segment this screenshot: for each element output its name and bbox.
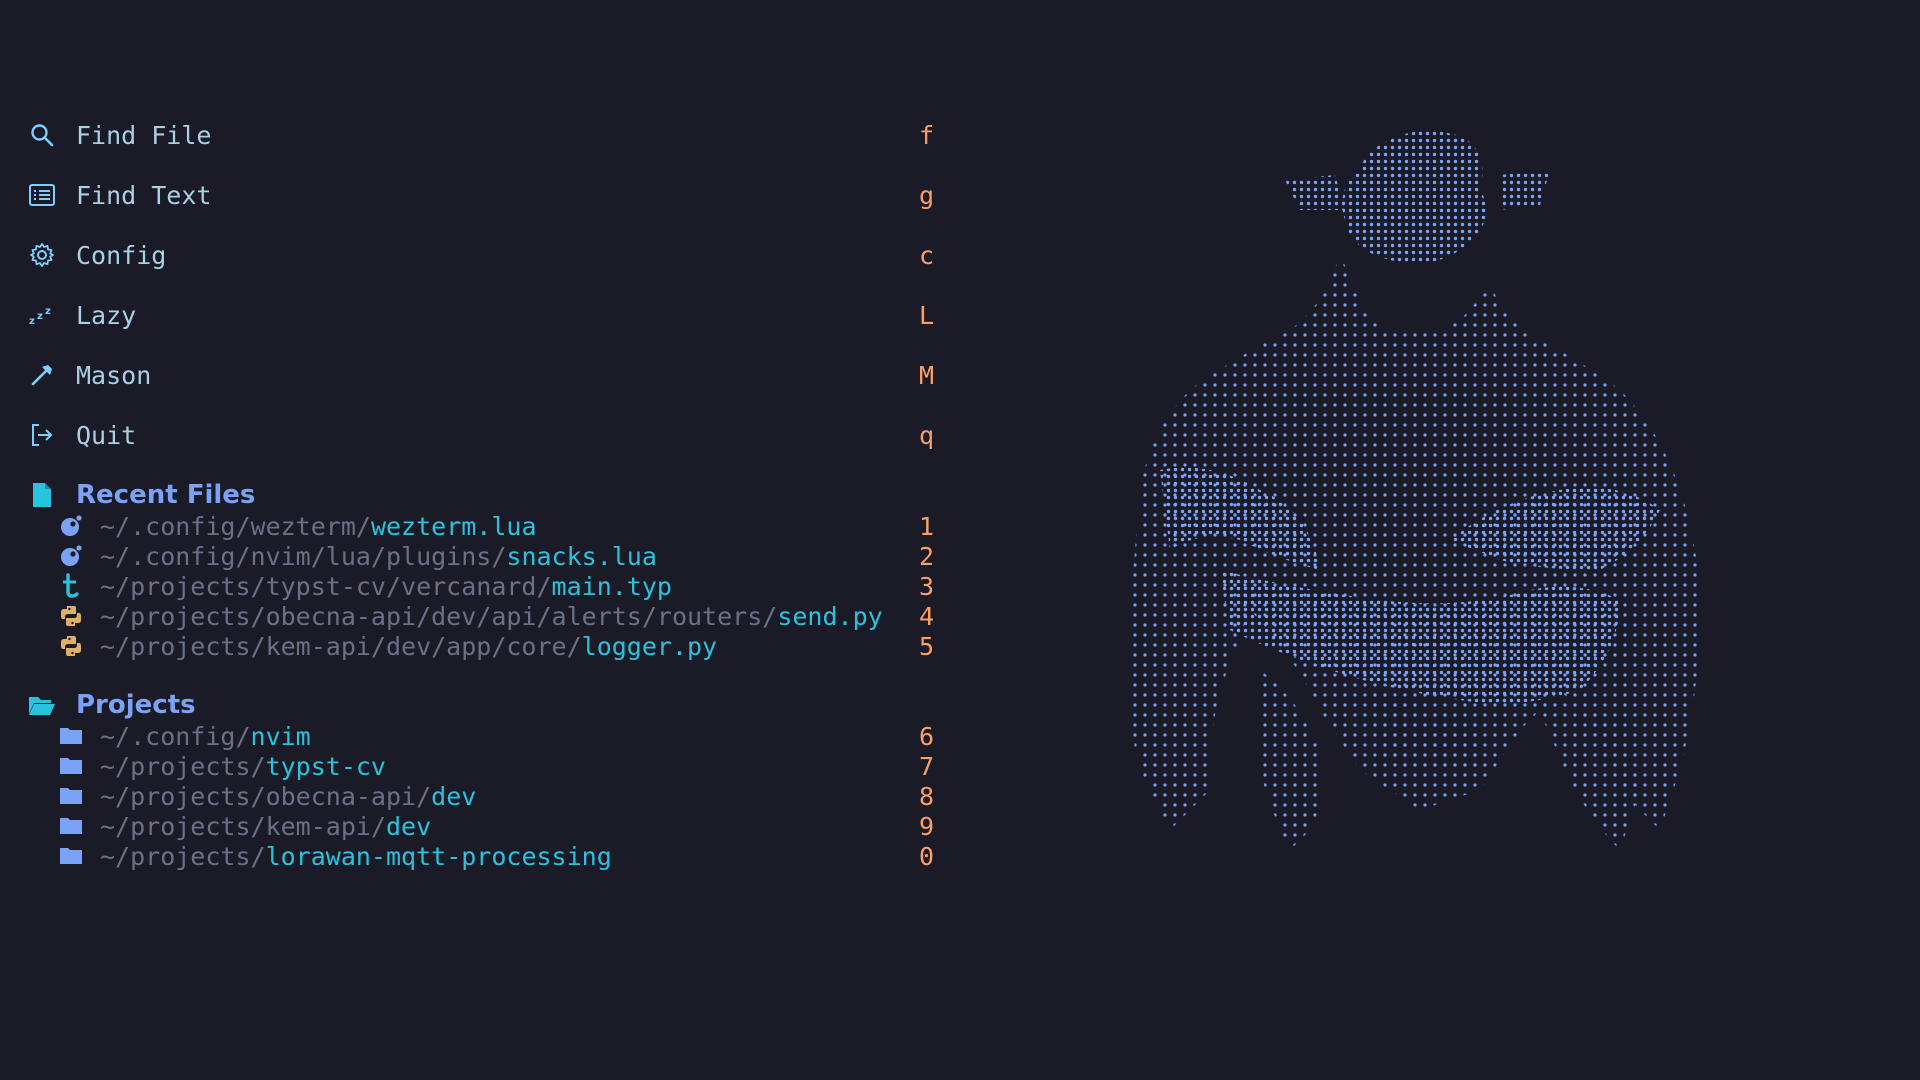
shortcut-key: L: [918, 300, 934, 330]
section-title: Projects: [76, 690, 196, 720]
python-icon: [58, 603, 84, 629]
project-item[interactable]: ~/projects/obecna-api/dev 8: [58, 781, 934, 811]
menu-find-text[interactable]: Find Text g: [28, 175, 934, 215]
menu-mason[interactable]: Mason M: [28, 355, 934, 395]
menu-label: Mason: [76, 360, 152, 390]
menu-find-file[interactable]: Find File f: [28, 115, 934, 155]
svg-text:z: z: [29, 316, 35, 326]
file-path: ~/.config/wezterm/: [100, 511, 371, 541]
folder-icon: [58, 753, 84, 779]
project-path: ~/projects/obecna-api/: [100, 781, 432, 811]
folder-icon: [58, 843, 84, 869]
projects-header: Projects: [28, 688, 196, 722]
shortcut-key: 4: [918, 601, 934, 631]
search-icon: [28, 121, 56, 149]
file-path: ~/.config/nvim/lua/plugins/: [100, 541, 507, 571]
file-path: ~/projects/typst-cv/vercanard/: [100, 571, 552, 601]
project-path: ~/projects/: [100, 841, 266, 871]
project-name: nvim: [250, 721, 311, 751]
recent-files-header: Recent Files: [28, 478, 255, 512]
recent-file-item[interactable]: ~/projects/kem-api/dev/app/core/logger.p…: [58, 631, 934, 661]
section-title: Recent Files: [76, 480, 256, 510]
project-item[interactable]: ~/projects/kem-api/dev 9: [58, 811, 934, 841]
file-name: wezterm.lua: [370, 511, 537, 541]
python-icon: [58, 633, 84, 659]
file-name: snacks.lua: [506, 541, 657, 571]
exit-icon: [28, 421, 56, 449]
recent-file-item[interactable]: ~/.config/wezterm/wezterm.lua 1: [58, 511, 934, 541]
project-path: ~/.config/: [100, 721, 251, 751]
folder-icon: [58, 783, 84, 809]
menu-config[interactable]: Config c: [28, 235, 934, 275]
file-icon: [28, 481, 56, 509]
project-item[interactable]: ~/.config/nvim 6: [58, 721, 934, 751]
menu-label: Find File: [76, 120, 212, 150]
shortcut-key: q: [918, 420, 934, 450]
project-path: ~/projects/: [100, 751, 266, 781]
project-item[interactable]: ~/projects/lorawan-mqtt-processing 0: [58, 841, 934, 871]
menu-lazy[interactable]: zzz Lazy L: [28, 295, 934, 335]
shortcut-key: M: [918, 360, 934, 390]
menu-label: Config: [76, 240, 167, 270]
shortcut-key: 6: [918, 721, 934, 751]
project-name: dev: [385, 811, 432, 841]
shortcut-key: 7: [918, 751, 934, 781]
recent-file-item[interactable]: ~/.config/nvim/lua/plugins/snacks.lua 2: [58, 541, 934, 571]
shortcut-key: 1: [918, 511, 934, 541]
lua-icon: [58, 513, 84, 539]
shortcut-key: 5: [918, 631, 934, 661]
folder-icon: [58, 813, 84, 839]
shortcut-key: 3: [918, 571, 934, 601]
sleep-icon: zzz: [28, 301, 56, 329]
ascii-art-character: [1126, 130, 1700, 850]
project-item[interactable]: ~/projects/typst-cv 7: [58, 751, 934, 781]
recent-file-item[interactable]: ~/projects/typst-cv/vercanard/main.typ 3: [58, 571, 934, 601]
menu-label: Find Text: [76, 180, 212, 210]
shortcut-key: 9: [918, 811, 934, 841]
folder-icon: [58, 723, 84, 749]
shortcut-key: 2: [918, 541, 934, 571]
shortcut-key: 8: [918, 781, 934, 811]
list-icon: [28, 181, 56, 209]
project-path: ~/projects/kem-api/: [100, 811, 386, 841]
shortcut-key: f: [918, 120, 934, 150]
file-path: ~/projects/kem-api/dev/app/core/: [100, 631, 582, 661]
project-name: dev: [431, 781, 477, 811]
file-name: send.py: [777, 601, 883, 631]
menu-quit[interactable]: Quit q: [28, 415, 934, 455]
project-name: typst-cv: [265, 751, 386, 781]
shortcut-key: 0: [918, 841, 934, 871]
menu-label: Quit: [76, 420, 137, 450]
recent-file-item[interactable]: ~/projects/obecna-api/dev/api/alerts/rou…: [58, 601, 934, 631]
typst-icon: [58, 573, 84, 599]
file-name: logger.py: [581, 631, 718, 661]
project-name: lorawan-mqtt-processing: [265, 841, 612, 871]
svg-text:z: z: [45, 306, 51, 317]
lua-icon: [58, 543, 84, 569]
gear-icon: [28, 241, 56, 269]
svg-text:z: z: [37, 311, 43, 322]
folder-open-icon: [28, 691, 56, 719]
file-path: ~/projects/obecna-api/dev/api/alerts/rou…: [100, 601, 778, 631]
hammer-icon: [28, 361, 56, 389]
file-name: main.typ: [551, 571, 672, 601]
menu-label: Lazy: [76, 300, 137, 330]
shortcut-key: g: [918, 180, 934, 210]
shortcut-key: c: [918, 240, 934, 270]
